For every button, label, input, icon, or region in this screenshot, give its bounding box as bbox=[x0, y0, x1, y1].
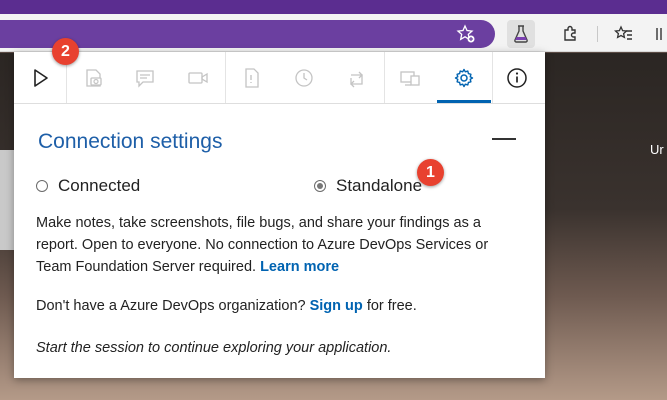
export-session-button[interactable] bbox=[337, 52, 377, 103]
radio-button-connected[interactable] bbox=[36, 180, 48, 192]
document-icon bbox=[245, 67, 259, 88]
device-button[interactable] bbox=[390, 52, 430, 103]
collapse-button[interactable] bbox=[492, 138, 516, 140]
browser-titlebar bbox=[0, 0, 667, 14]
info-button[interactable] bbox=[497, 52, 537, 103]
toolbar-divider bbox=[225, 52, 226, 103]
gear-icon bbox=[454, 68, 474, 87]
toolbar-divider bbox=[384, 52, 385, 103]
add-favorite-icon[interactable] bbox=[452, 20, 480, 48]
test-feedback-extension-icon[interactable] bbox=[507, 20, 535, 48]
favorites-icon[interactable] bbox=[610, 20, 638, 48]
radio-button-standalone[interactable] bbox=[314, 180, 326, 192]
camera-icon bbox=[86, 68, 102, 87]
active-tab-indicator bbox=[437, 100, 491, 103]
device-icon bbox=[400, 70, 420, 86]
collections-icon[interactable] bbox=[650, 20, 667, 48]
timer-button[interactable] bbox=[284, 52, 324, 103]
loop-icon bbox=[350, 71, 363, 87]
extensions-icon[interactable] bbox=[557, 20, 585, 48]
capture-note-button[interactable] bbox=[125, 52, 165, 103]
info-icon bbox=[507, 67, 527, 88]
signup-suffix: for free. bbox=[366, 298, 417, 314]
radio-standalone[interactable]: Standalone bbox=[314, 176, 422, 196]
capture-screenshot-button[interactable] bbox=[74, 52, 114, 103]
note-icon bbox=[136, 69, 154, 88]
annotation-badge-2: 2 bbox=[52, 38, 79, 65]
settings-button[interactable] bbox=[444, 52, 484, 103]
sign-up-link[interactable]: Sign up bbox=[310, 298, 363, 314]
toolbar-divider bbox=[597, 26, 598, 42]
learn-more-link[interactable]: Learn more bbox=[260, 259, 339, 275]
popup-toolbar bbox=[14, 52, 545, 104]
extension-popup: Connection settings Connected Standalone… bbox=[14, 52, 545, 378]
annotation-badge-1: 1 bbox=[417, 159, 444, 186]
clock-icon bbox=[295, 68, 313, 87]
radio-connected[interactable]: Connected bbox=[36, 176, 140, 196]
signup-prefix: Don't have a Azure DevOps organization? bbox=[36, 298, 306, 314]
radio-label-standalone: Standalone bbox=[336, 176, 423, 195]
connection-settings-title: Connection settings bbox=[38, 130, 223, 153]
start-session-hint: Start the session to continue exploring … bbox=[36, 340, 392, 356]
video-icon bbox=[188, 71, 208, 84]
signup-text: Don't have a Azure DevOps organization? … bbox=[36, 295, 526, 317]
record-screen-button[interactable] bbox=[178, 52, 218, 103]
background-partial-text: Ur bbox=[650, 142, 664, 157]
standalone-description: Make notes, take screenshots, file bugs,… bbox=[36, 212, 526, 278]
play-icon bbox=[34, 68, 48, 87]
radio-label-connected: Connected bbox=[58, 176, 141, 195]
file-bug-button[interactable] bbox=[232, 52, 272, 103]
toolbar-divider bbox=[492, 52, 493, 103]
